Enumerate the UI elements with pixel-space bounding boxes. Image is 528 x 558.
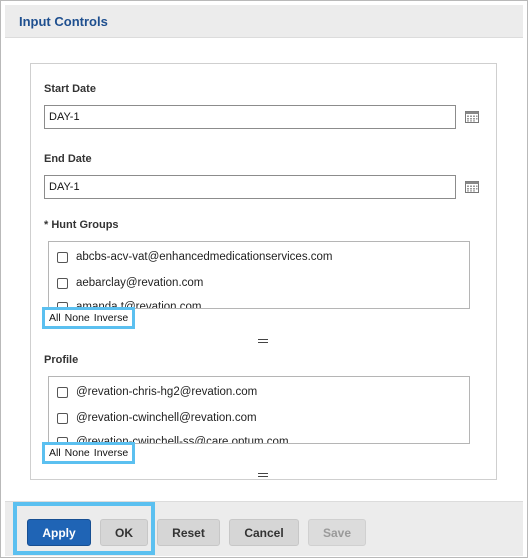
end-date-calendar-icon[interactable] [465,181,479,193]
hunt-groups-resize-handle[interactable] [258,339,268,343]
hunt-groups-select-all-link[interactable]: All [49,310,61,326]
list-item-label: @revation-chris-hg2@revation.com [76,386,258,398]
save-button: Save [308,519,366,546]
profile-label: Profile [44,354,79,366]
profile-select-none-link[interactable]: None [65,445,90,461]
list-item-label: @revation-cwinchell@revation.com [76,412,257,424]
apply-button[interactable]: Apply [27,519,91,546]
profile-selection-links: All None Inverse [42,442,136,464]
profile-resize-handle[interactable] [258,473,268,477]
profile-select-inverse-link[interactable]: Inverse [94,445,128,461]
hunt-groups-list[interactable]: abcbs-acv-vat@enhancedmedicationservices… [48,241,470,309]
cancel-button[interactable]: Cancel [229,519,299,546]
start-date-input[interactable] [44,105,456,129]
end-date-label: End Date [44,153,92,165]
list-item[interactable]: abcbs-acv-vat@enhancedmedicationservices… [57,248,333,266]
hunt-groups-selection-links: All None Inverse [42,307,136,329]
checkbox[interactable] [57,277,68,289]
reset-button[interactable]: Reset [157,519,220,546]
profile-select-all-link[interactable]: All [49,445,61,461]
end-date-input[interactable] [44,175,456,199]
checkbox[interactable] [57,251,68,263]
list-item[interactable]: @revation-chris-hg2@revation.com [57,383,257,401]
list-item-label: aebarclay@revation.com [76,277,204,289]
dialog-titlebar: Input Controls [5,5,523,38]
profile-list[interactable]: @revation-chris-hg2@revation.com @revati… [48,376,470,444]
hunt-groups-select-inverse-link[interactable]: Inverse [94,310,128,326]
dialog-title: Input Controls [19,14,108,29]
ok-button[interactable]: OK [100,519,148,546]
checkbox[interactable] [57,386,68,398]
hunt-groups-label: * Hunt Groups [44,219,119,231]
input-controls-dialog: Input Controls Start Date End Date * Hun… [0,0,528,558]
hunt-groups-select-none-link[interactable]: None [65,310,90,326]
start-date-calendar-icon[interactable] [465,111,479,123]
start-date-label: Start Date [44,83,96,95]
checkbox[interactable] [57,412,68,424]
list-item[interactable]: @revation-cwinchell@revation.com [57,409,257,427]
list-item-label: abcbs-acv-vat@enhancedmedicationservices… [76,251,333,263]
list-item[interactable]: aebarclay@revation.com [57,274,203,292]
